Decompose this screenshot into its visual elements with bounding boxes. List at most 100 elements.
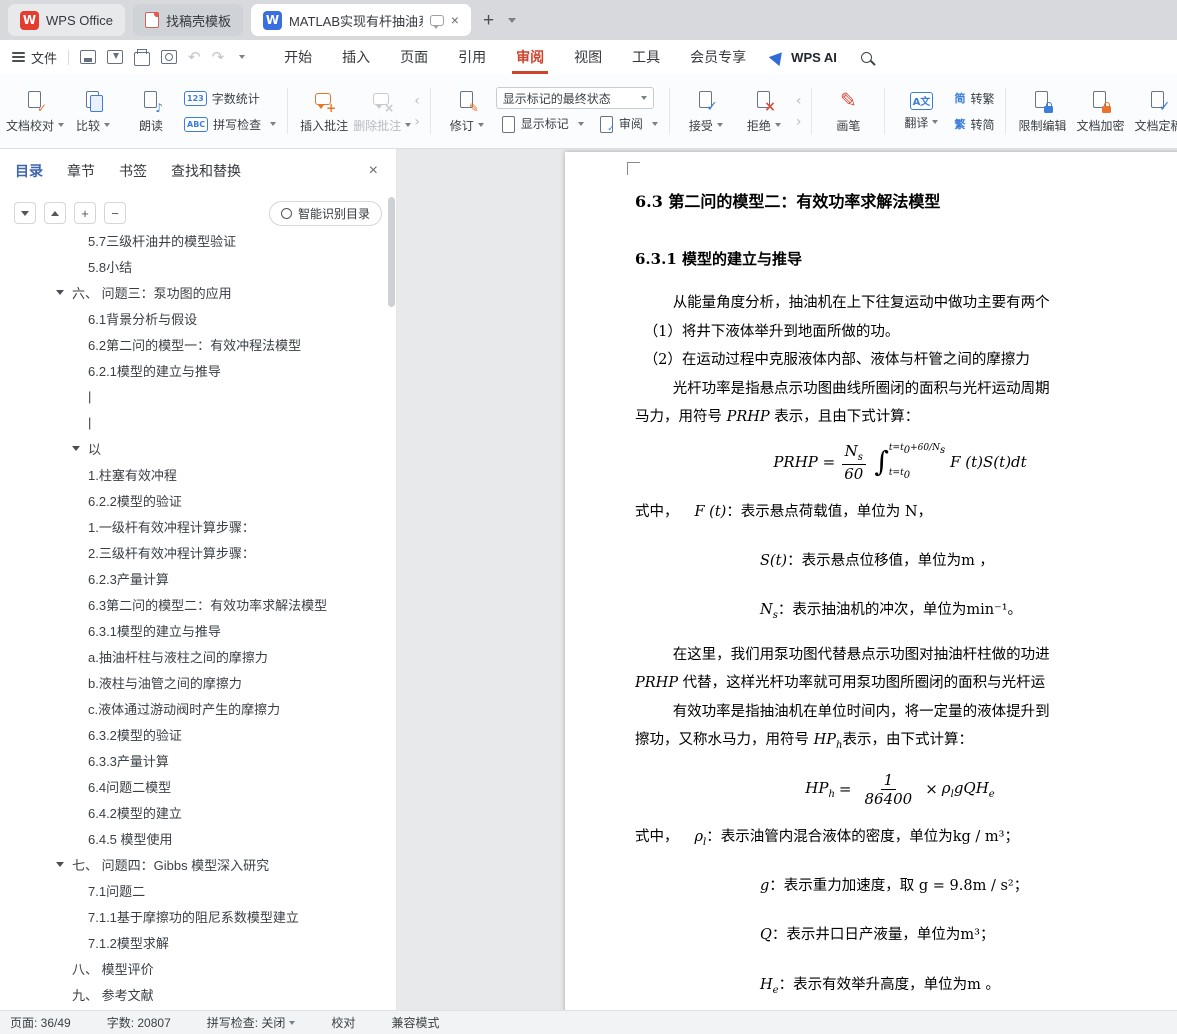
toc-item[interactable]: 6.1背景分析与假设 (0, 305, 396, 331)
word-count-button[interactable]: 123 字数统计 (180, 87, 280, 110)
prev-change-icon[interactable]: ‹ (793, 92, 805, 110)
toc-item[interactable]: 6.3第二问的模型二：有效功率求解法模型 (0, 591, 396, 617)
menu-tab[interactable]: 插入 (327, 40, 385, 74)
toc-item[interactable]: 7.1.2模型求解 (0, 929, 396, 955)
review-pane-button[interactable]: ✓ 审阅 (594, 112, 662, 135)
new-tab-button[interactable]: + (483, 11, 494, 30)
toc-item[interactable]: | (0, 383, 396, 409)
menu-tab[interactable]: 引用 (443, 40, 501, 74)
toc-item[interactable]: 7.1.1基于摩擦功的阻尼系数模型建立 (0, 903, 396, 929)
toc-item[interactable]: 6.4问题二模型 (0, 773, 396, 799)
toc-item[interactable]: 1.一级杆有效冲程计算步骤： (0, 513, 396, 539)
spell-check-button[interactable]: ABC 拼写检查 (180, 113, 280, 136)
toc-item[interactable]: 1.柱塞有效冲程 (0, 461, 396, 487)
next-comment-icon[interactable]: › (411, 113, 423, 131)
insert-comment-button[interactable]: + 插入批注 (295, 82, 353, 140)
sidebar-scrollbar-thumb[interactable] (388, 197, 395, 307)
expand-arrow-icon[interactable] (72, 446, 80, 451)
menu-tab[interactable]: 工具 (617, 40, 675, 74)
prev-comment-icon[interactable]: ‹ (411, 92, 423, 110)
toc-item[interactable]: a.抽油杆柱与液柱之间的摩擦力 (0, 643, 396, 669)
menu-tab[interactable]: 审阅 (501, 40, 559, 74)
menu-tab[interactable]: 页面 (385, 40, 443, 74)
toc-item[interactable]: 6.2第二问的模型一：有效冲程法模型 (0, 331, 396, 357)
zoom-out-outline-button[interactable]: − (104, 202, 126, 224)
toc-item[interactable]: 九、 参考文献 (0, 981, 396, 1007)
toc-item[interactable]: 6.2.1模型的建立与推导 (0, 357, 396, 383)
toc-item[interactable]: | (0, 409, 396, 435)
translate-button[interactable]: A文 翻译 (892, 82, 950, 140)
close-tab-icon[interactable]: × (451, 13, 459, 27)
toc-item[interactable]: 6.3.1模型的建立与推导 (0, 617, 396, 643)
word-count-status[interactable]: 字数: 20807 (107, 1014, 171, 1031)
smart-toc-button[interactable]: 智能识别目录 (268, 200, 382, 226)
print-icon[interactable] (134, 48, 151, 66)
tab-list-chevron-icon[interactable] (508, 17, 517, 23)
pen-button[interactable]: ✎ 画笔 (819, 82, 877, 140)
document-page[interactable]: 6.3 第二问的模型二：有效功率求解法模型 6.3.1 模型的建立与推导 从能量… (565, 152, 1177, 1010)
template-doc-tab[interactable]: 找稿壳模板 (132, 4, 243, 36)
toc-item[interactable]: 6.3.3产量计算 (0, 747, 396, 773)
expand-arrow-icon[interactable] (56, 862, 64, 867)
undo-icon[interactable]: ↶ (188, 49, 201, 65)
sidebar-tab[interactable]: 章节 (67, 161, 95, 181)
markup-state-dropdown[interactable]: 显示标记的最终状态 (495, 87, 654, 109)
read-aloud-button[interactable]: ♪ 朗读 (122, 82, 180, 140)
expand-all-button[interactable] (44, 202, 66, 224)
toc-item[interactable]: 以 (0, 435, 396, 461)
show-markup-button[interactable]: 显示标记 (496, 112, 588, 135)
zoom-in-outline-button[interactable]: + (74, 202, 96, 224)
save-icon[interactable] (80, 50, 97, 64)
encrypt-doc-button[interactable]: 文档加密 (1071, 82, 1129, 140)
toc-item[interactable]: 6.2.3产量计算 (0, 565, 396, 591)
toc-item[interactable]: 八、 模型评价 (0, 955, 396, 981)
close-sidebar-icon[interactable]: × (369, 162, 378, 180)
finalize-doc-button[interactable]: ✓ 文档定稿 (1129, 82, 1177, 140)
toc-item[interactable]: b.液柱与油管之间的摩擦力 (0, 669, 396, 695)
menu-tab[interactable]: 会员专享 (675, 40, 761, 74)
doc-proofread-button[interactable]: ✓ 文档校对 (6, 82, 65, 140)
sidebar-tab[interactable]: 目录 (15, 161, 43, 181)
print-preview-icon[interactable] (161, 50, 178, 64)
toc-item[interactable]: 7.1问题二 (0, 877, 396, 903)
proofread-status[interactable]: 校对 (331, 1014, 355, 1031)
toc-item[interactable]: 七、 问题四：Gibbs 模型深入研究 (0, 851, 396, 877)
toc-item[interactable]: 6.3.2模型的验证 (0, 721, 396, 747)
page-count[interactable]: 页面: 36/49 (10, 1014, 71, 1031)
accept-change-button[interactable]: ✓ 接受 (677, 82, 735, 140)
delete-comment-button[interactable]: × 删除批注 (353, 82, 412, 140)
file-menu-button[interactable]: 文件 (12, 48, 57, 67)
simplified-to-traditional-button[interactable]: 简 转繁 (950, 87, 998, 110)
toc-item[interactable]: 6.2.2模型的验证 (0, 487, 396, 513)
spell-check-status[interactable]: 拼写检查: 关闭 (207, 1014, 296, 1031)
collapse-all-button[interactable] (14, 202, 36, 224)
reject-change-button[interactable]: × 拒绝 (735, 82, 793, 140)
toc-item[interactable]: 5.8小结 (0, 253, 396, 279)
symbol-definition: g：表示重力加速度，取 g = 9.8m / s²； (760, 877, 1029, 894)
wps-office-home-tab[interactable]: W WPS Office (8, 4, 125, 36)
redo-icon[interactable]: ↷ (212, 49, 225, 65)
menu-tab[interactable]: 开始 (269, 40, 327, 74)
compare-button[interactable]: 比较 (64, 82, 122, 140)
sidebar-tab[interactable]: 查找和替换 (171, 161, 241, 181)
toc-item[interactable]: 6.4.2模型的建立 (0, 799, 396, 825)
active-doc-tab[interactable]: W MATLAB实现有杆抽油系统的 × (250, 4, 471, 36)
toc-item[interactable]: 5.7三级杆油井的模型验证 (0, 227, 396, 253)
toc-item[interactable]: 六、 问题三：泵功图的应用 (0, 279, 396, 305)
toc-item[interactable]: 2.三级杆有效冲程计算步骤： (0, 539, 396, 565)
expand-arrow-icon[interactable] (56, 290, 64, 295)
quick-access-chevron-icon[interactable] (239, 55, 246, 59)
toc-item[interactable]: 6.4.5 模型使用 (0, 825, 396, 851)
search-icon[interactable] (860, 51, 872, 63)
simplified-char-icon: 简 (954, 93, 966, 105)
export-icon[interactable] (107, 50, 124, 64)
menu-tab[interactable]: 视图 (559, 40, 617, 74)
restrict-edit-button[interactable]: 限制编辑 (1013, 82, 1071, 140)
next-change-icon[interactable]: › (793, 113, 805, 131)
traditional-to-simplified-button[interactable]: 繁 转简 (950, 113, 998, 136)
sidebar-tab[interactable]: 书签 (119, 161, 147, 181)
toc-list: 5.7三级杆油井的模型验证 5.8小结 六、 问题三：泵功图的应用 6.1背景分… (0, 227, 396, 1010)
toc-item[interactable]: c.液体通过游动阀时产生的摩擦力 (0, 695, 396, 721)
wps-ai-button[interactable]: WPS AI (768, 40, 837, 74)
track-changes-button[interactable]: ✎ 修订 (438, 82, 496, 140)
